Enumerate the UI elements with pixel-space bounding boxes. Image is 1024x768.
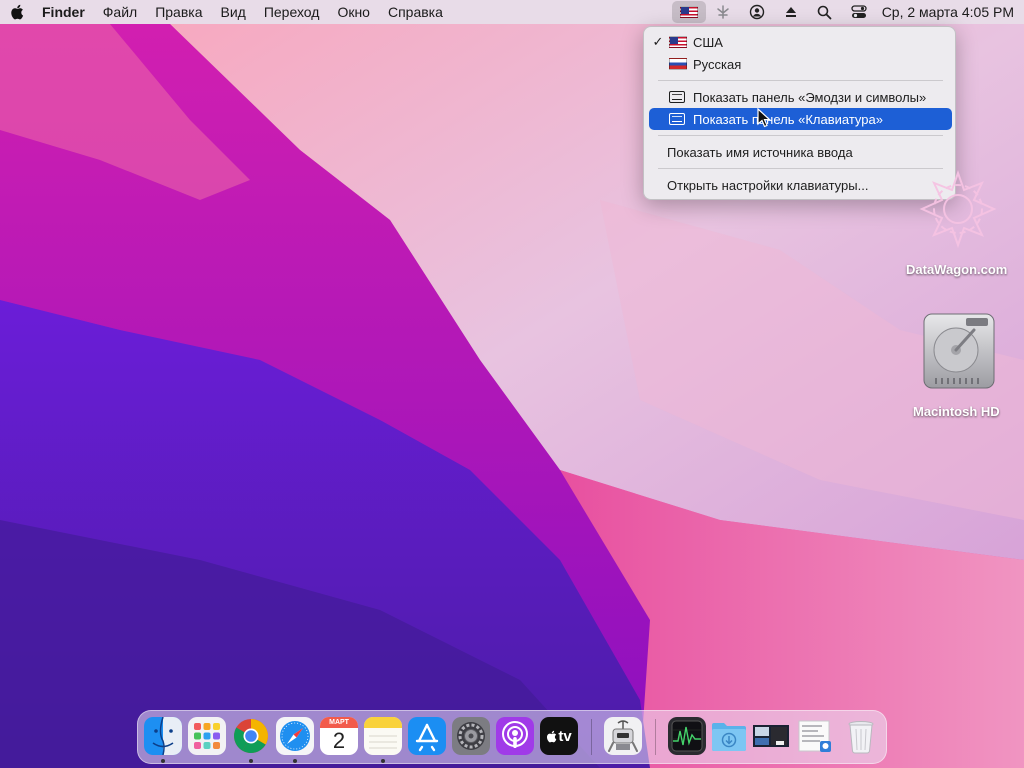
menu-bar-clock[interactable]: Ср, 2 марта 4:05 PM (882, 4, 1014, 20)
menu-item-label: Открыть настройки клавиатуры... (667, 177, 869, 193)
menu-item-label: США (693, 34, 723, 50)
dock-launchpad[interactable] (188, 717, 226, 755)
ru-flag-icon (669, 58, 687, 70)
automator-icon (604, 717, 642, 755)
chrome-icon (234, 719, 268, 753)
podcasts-icon (496, 717, 534, 755)
dock-automator[interactable] (604, 717, 642, 755)
menu-item-russian[interactable]: Русская (649, 53, 952, 75)
spotlight-button[interactable] (808, 1, 842, 23)
dock-downloads-folder[interactable] (710, 717, 748, 755)
menu-window[interactable]: Окно (337, 4, 370, 20)
menu-item-show-input-source-name[interactable]: Показать имя источника ввода (649, 141, 952, 163)
us-flag-input-icon (679, 6, 698, 18)
desktop-icon-datawagon-label[interactable]: DataWagon.com (906, 262, 1007, 277)
input-source-menu-button[interactable] (671, 1, 706, 23)
running-indicator (381, 759, 385, 763)
gear-icon (452, 717, 490, 755)
menu-item-label: Русская (693, 56, 742, 72)
dock-safari[interactable] (276, 717, 314, 755)
control-center-button[interactable] (842, 1, 876, 23)
menu-item-label: Показать имя источника ввода (667, 144, 853, 160)
dock-finder[interactable] (144, 717, 182, 755)
menu-help[interactable]: Справка (388, 4, 443, 20)
dock: МАРТ 2 tv (137, 710, 887, 764)
us-flag-icon (669, 36, 687, 48)
running-indicator (249, 759, 253, 763)
menu-separator (658, 168, 943, 169)
calendar-month-label: МАРТ (320, 717, 358, 728)
app-store-icon (408, 717, 446, 755)
dock-trash[interactable] (842, 717, 880, 755)
menu-item-show-keyboard-viewer[interactable]: Показать панель «Клавиатура» (649, 108, 952, 130)
dock-system-preferences[interactable] (452, 717, 490, 755)
apple-logo-icon (547, 730, 557, 742)
notes-icon (364, 717, 402, 755)
dock-activity-monitor[interactable] (668, 717, 706, 755)
apple-menu-icon[interactable] (10, 4, 24, 20)
menu-item-show-emoji-panel[interactable]: Показать панель «Эмодзи и символы» (649, 86, 952, 108)
dock-calendar[interactable]: МАРТ 2 (320, 717, 358, 755)
menu-go[interactable]: Переход (264, 4, 320, 20)
menu-bar: Finder Файл Правка Вид Переход Окно Спра… (0, 0, 1024, 24)
dock-preview-document[interactable] (796, 717, 834, 755)
dock-app-store[interactable] (408, 717, 446, 755)
dock-separator (655, 719, 656, 755)
emoji-panel-icon (669, 91, 685, 103)
menu-item-label: Показать панель «Эмодзи и символы» (693, 89, 927, 105)
activity-monitor-icon (668, 717, 706, 755)
mouse-cursor-icon (757, 108, 771, 128)
keyboard-viewer-icon (669, 113, 685, 125)
search-icon (817, 5, 832, 19)
menu-item-open-keyboard-settings[interactable]: Открыть настройки клавиатуры... (649, 174, 952, 196)
dock-apple-tv[interactable]: tv (540, 717, 578, 755)
running-indicator (161, 759, 165, 763)
safari-icon (276, 717, 314, 755)
menu-view[interactable]: Вид (221, 4, 246, 20)
menu-item-label: Показать панель «Клавиатура» (693, 111, 883, 127)
preview-document-icon (798, 720, 831, 752)
eject-status-button[interactable] (774, 1, 808, 23)
running-indicator (293, 759, 297, 763)
dock-podcasts[interactable] (496, 717, 534, 755)
menu-app-finder[interactable]: Finder (42, 4, 85, 20)
dock-chrome[interactable] (232, 717, 270, 755)
launchpad-icon (188, 717, 226, 755)
desktop-icon-macintosh-hd-label[interactable]: Macintosh HD (913, 404, 1000, 419)
user-icon (749, 4, 764, 20)
dock-screenshot-thumbnail[interactable] (752, 717, 790, 755)
user-status-button[interactable] (740, 1, 774, 23)
dock-separator (591, 719, 592, 755)
menu-file[interactable]: Файл (103, 4, 137, 20)
finder-icon (144, 717, 182, 755)
screenshot-thumbnail-icon (753, 725, 789, 747)
network-status-button[interactable] (706, 1, 740, 23)
apple-tv-label: tv (558, 727, 572, 745)
menu-separator (658, 135, 943, 136)
trash-icon (848, 721, 874, 754)
eject-icon (785, 7, 796, 17)
hard-drive-icon[interactable] (922, 312, 996, 390)
downloads-folder-icon (712, 723, 746, 751)
checkmark-icon: ✓ (652, 34, 664, 49)
input-source-menu: ✓ США Русская Показать панель «Эмодзи и … (643, 26, 956, 200)
menu-separator (658, 80, 943, 81)
menu-item-usa[interactable]: ✓ США (649, 31, 952, 53)
menu-edit[interactable]: Правка (155, 4, 202, 20)
datawagon-logo-icon[interactable] (916, 168, 1000, 250)
calendar-day-label: 2 (332, 728, 346, 753)
dock-notes[interactable] (364, 717, 402, 755)
network-icon (716, 5, 729, 19)
control-center-icon (851, 5, 867, 18)
